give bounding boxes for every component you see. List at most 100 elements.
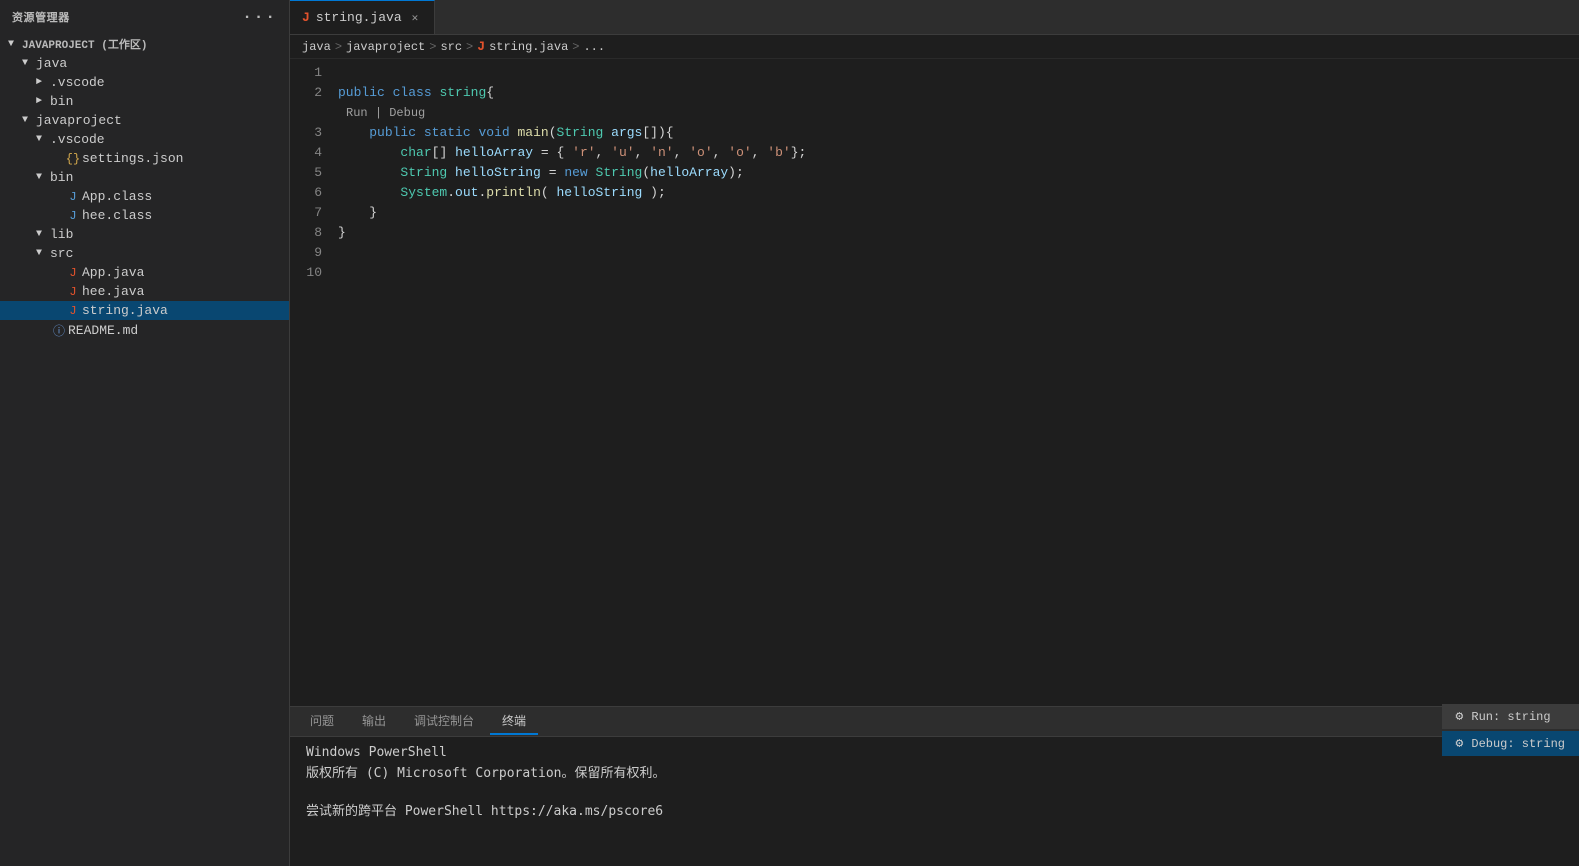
sidebar-item-src[interactable]: ▼ src: [0, 244, 289, 263]
run-string-button[interactable]: ⚙ Run: string: [1442, 704, 1579, 729]
terminal-line-1: Windows PowerShell: [306, 745, 1563, 760]
json-icon: {}: [64, 152, 82, 166]
project-root[interactable]: ▼ JAVAPROJECT (工作区): [0, 34, 289, 54]
src-chevron: ▼: [36, 248, 50, 259]
sidebar-item-app-class[interactable]: J App.class: [0, 187, 289, 206]
sidebar-header: 资源管理器 ···: [0, 0, 289, 34]
javaproject-label: javaproject: [36, 113, 122, 128]
appjava-spacer: [50, 267, 64, 278]
vscode1-label: .vscode: [50, 75, 105, 90]
sidebar-item-vscode1[interactable]: ► .vscode: [0, 73, 289, 92]
sidebar-item-app-java[interactable]: J App.java: [0, 263, 289, 282]
panel-tab-terminal[interactable]: 终端: [490, 708, 538, 735]
sidebar-item-java[interactable]: ▼ java: [0, 54, 289, 73]
sidebar-menu-dots[interactable]: ···: [242, 8, 277, 26]
code-content-4: char[] helloArray = { 'r', 'u', 'n', 'o'…: [338, 143, 806, 163]
debug-gear-icon: ⚙: [1456, 736, 1464, 751]
tab-label: string.java: [316, 10, 402, 25]
src-label: src: [50, 246, 73, 261]
sidebar-item-readme[interactable]: ⓘ README.md: [0, 320, 289, 341]
line-num-9: 9: [290, 243, 338, 263]
sidebar-item-settings-json[interactable]: {} settings.json: [0, 149, 289, 168]
terminal-line-2: 版权所有 (C) Microsoft Corporation。保留所有权利。: [306, 762, 1563, 781]
line-num-8: 8: [290, 223, 338, 243]
breadcrumb-javaproject: javaproject: [346, 40, 425, 54]
breadcrumb-file: string.java: [489, 40, 568, 54]
terminal-line-4: 尝试新的跨平台 PowerShell https://aka.ms/pscore…: [306, 800, 1563, 819]
stringjava-spacer: [50, 305, 64, 316]
tab-close-button[interactable]: ✕: [408, 9, 423, 27]
breadcrumb-java-icon: J: [477, 39, 485, 54]
java-icon-app: J: [64, 266, 82, 280]
code-line-run-debug: Run | Debug: [338, 103, 1579, 123]
run-string-label: Run: string: [1471, 710, 1550, 724]
vscode1-chevron: ►: [36, 77, 50, 88]
code-line-4: 4 char[] helloArray = { 'r', 'u', 'n', '…: [290, 143, 1579, 163]
class-icon-hee: J: [64, 209, 82, 223]
line-num-5: 5: [290, 163, 338, 183]
app-java-label: App.java: [82, 265, 144, 280]
sep4: >: [572, 40, 579, 54]
java-icon-string: J: [64, 304, 82, 318]
panel-tab-wenti[interactable]: 问题: [298, 708, 346, 735]
debug-string-label: Debug: string: [1471, 737, 1565, 751]
panel-tab-debug-console[interactable]: 调试控制台: [402, 708, 486, 735]
vscode2-label: .vscode: [50, 132, 105, 147]
sidebar-item-hee-class[interactable]: J hee.class: [0, 206, 289, 225]
breadcrumb-src: src: [440, 40, 462, 54]
sep1: >: [335, 40, 342, 54]
line-num-10: 10: [290, 263, 338, 283]
run-gear-icon: ⚙: [1456, 709, 1464, 724]
code-line-8: 8 }: [290, 223, 1579, 243]
code-content-5: String helloString = new String(helloArr…: [338, 163, 744, 183]
breadcrumb-java: java: [302, 40, 331, 54]
sidebar-item-string-java[interactable]: J string.java: [0, 301, 289, 320]
line-num-4: 4: [290, 143, 338, 163]
line-num-7: 7: [290, 203, 338, 223]
breadcrumb-dots: ...: [583, 40, 605, 54]
sidebar-item-vscode2[interactable]: ▼ .vscode: [0, 130, 289, 149]
javaproject-chevron: ▼: [22, 115, 36, 126]
java-chevron: ▼: [22, 58, 36, 69]
panel-tab-shuchu[interactable]: 输出: [350, 708, 398, 735]
code-content-3: public static void main(String args[]){: [338, 123, 674, 143]
code-line-2: 2 public class string{: [290, 83, 1579, 103]
settings-json-label: settings.json: [82, 151, 183, 166]
sidebar-item-hee-java[interactable]: J hee.java: [0, 282, 289, 301]
line-num-1: 1: [290, 63, 338, 83]
run-sep: |: [375, 106, 389, 120]
line-num-2: 2: [290, 83, 338, 103]
bin1-chevron: ►: [36, 96, 50, 107]
code-line-3: 3 public static void main(String args[])…: [290, 123, 1579, 143]
debug-string-button[interactable]: ⚙ Debug: string: [1442, 731, 1579, 756]
run-link[interactable]: Run: [346, 106, 368, 120]
bin2-chevron: ▼: [36, 172, 50, 183]
sidebar-item-javaproject[interactable]: ▼ javaproject: [0, 111, 289, 130]
sidebar-item-bin2[interactable]: ▼ bin: [0, 168, 289, 187]
tab-string-java[interactable]: J string.java ✕: [290, 0, 435, 34]
vscode2-chevron: ▼: [36, 134, 50, 145]
debug-link[interactable]: Debug: [389, 106, 425, 120]
main-area: J string.java ✕ java > javaproject > src…: [290, 0, 1579, 866]
hee-java-label: hee.java: [82, 284, 144, 299]
java-folder-label: java: [36, 56, 67, 71]
tab-bar: J string.java ✕: [290, 0, 1579, 35]
sep2: >: [429, 40, 436, 54]
sidebar-item-lib[interactable]: ▼ lib: [0, 225, 289, 244]
tab-java-icon: J: [302, 10, 310, 25]
terminal-line-3: [306, 783, 1563, 798]
java-icon-hee: J: [64, 285, 82, 299]
readme-label: README.md: [68, 323, 138, 338]
code-content-6: System.out.println( helloString );: [338, 183, 666, 203]
class-icon-app: J: [64, 190, 82, 204]
sidebar-item-bin1[interactable]: ► bin: [0, 92, 289, 111]
run-debug-hint[interactable]: Run | Debug: [346, 103, 425, 123]
code-line-1: 1: [290, 63, 1579, 83]
terminal-content[interactable]: Windows PowerShell 版权所有 (C) Microsoft Co…: [290, 737, 1579, 866]
code-line-5: 5 String helloString = new String(helloA…: [290, 163, 1579, 183]
run-debug-float: ⚙ Run: string ⚙ Debug: string: [1442, 704, 1579, 756]
code-editor[interactable]: 1 2 public class string{ Run | Debug 3 p…: [290, 59, 1579, 706]
project-chevron: ▼: [8, 39, 22, 50]
panel-tab-bar: 问题 输出 调试控制台 终端: [290, 707, 1579, 737]
code-line-10: 10: [290, 263, 1579, 283]
